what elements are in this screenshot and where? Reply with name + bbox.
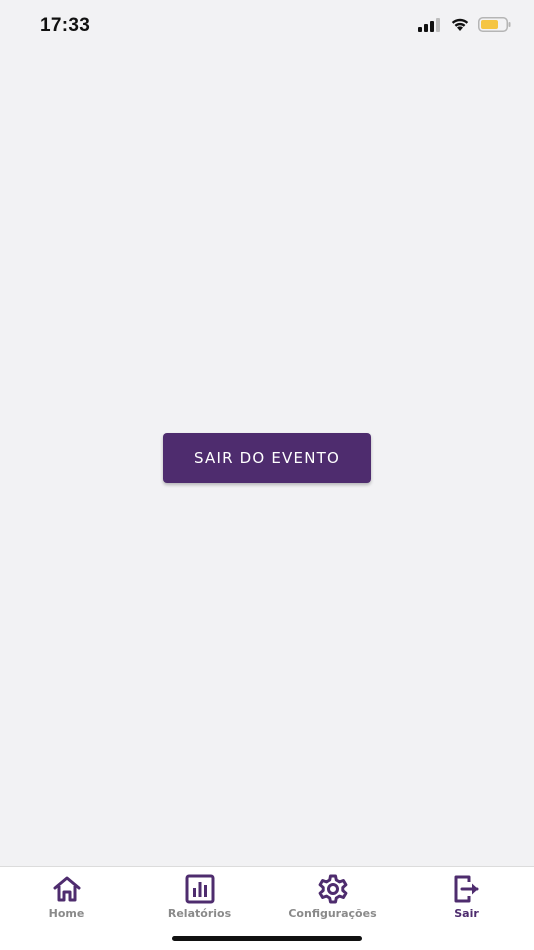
status-bar: 17:33 [0,0,534,52]
main-content: SAIR DO EVENTO [0,52,534,866]
gear-icon [317,873,349,905]
wifi-icon [450,17,470,37]
bar-chart-icon [184,873,216,905]
home-icon [51,873,83,905]
tab-home[interactable]: Home [0,867,133,927]
tab-sair-label: Sair [454,907,479,920]
status-icons [418,17,512,37]
tab-sair[interactable]: Sair [400,867,533,927]
logout-icon [451,873,483,905]
status-time: 17:33 [40,15,91,36]
tab-configuracoes[interactable]: Configurações [266,867,399,927]
tab-home-label: Home [48,907,85,920]
tab-relatorios[interactable]: Relatórios [133,867,266,927]
exit-event-button[interactable]: SAIR DO EVENTO [163,433,371,483]
tab-relatorios-label: Relatórios [167,907,232,920]
battery-icon [478,17,512,37]
home-indicator[interactable] [172,936,362,941]
tab-configuracoes-label: Configurações [288,907,377,920]
cellular-signal-icon [418,17,442,37]
